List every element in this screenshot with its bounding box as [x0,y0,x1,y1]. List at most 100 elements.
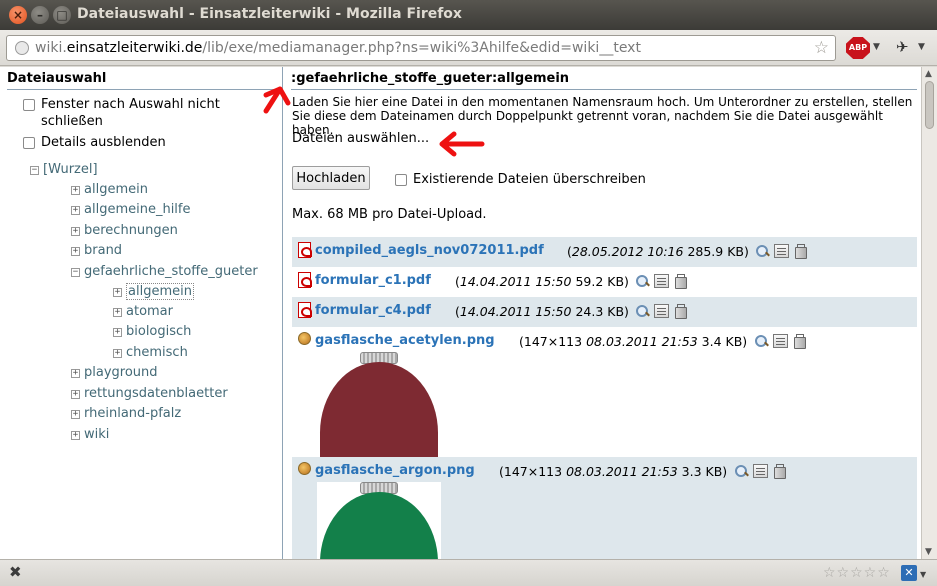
tree-item-berechnungen[interactable]: + berechnungen [71,223,178,238]
window-minimize-button[interactable]: – [31,6,49,24]
image-thumbnail-argon[interactable] [317,482,441,559]
tree-root[interactable]: − [Wurzel] [30,162,98,177]
addon-dropdown-icon[interactable]: ▼ [918,42,925,52]
tree-item-chemisch[interactable]: + chemisch [113,345,188,360]
expand-icon[interactable]: + [71,206,80,215]
pdf-file-icon [298,242,312,258]
keep-window-open-label[interactable]: Fenster nach Auswahl nicht schließen [41,96,241,130]
magnify-icon[interactable] [635,304,650,318]
file-meta: (28.05.2012 10:16 285.9 KB) [567,244,749,259]
bookmark-star-icon[interactable]: ☆ [814,38,829,58]
file-row: formular_c4.pdf (14.04.2011 15:50 24.3 K… [292,297,917,327]
scrollbar-thumb[interactable] [925,81,934,129]
delete-icon[interactable] [792,333,806,349]
addon-x-icon[interactable]: ✕ [901,565,917,581]
choose-files-button[interactable]: Dateien auswählen... [292,131,429,146]
hide-details-checkbox[interactable] [23,137,35,149]
tree-item-allgemeine-hilfe[interactable]: + allgemeine_hilfe [71,202,191,217]
file-name-link[interactable]: gasflasche_argon.png [315,463,475,478]
close-findbar-icon[interactable]: ✖ [9,563,22,581]
expand-icon[interactable]: + [71,431,80,440]
annotation-arrow-heading [263,86,291,114]
file-meta: (14.04.2011 15:50 24.3 KB) [455,304,629,319]
edit-icon[interactable] [773,333,788,348]
expand-icon[interactable]: + [71,186,80,195]
scroll-up-icon[interactable]: ▲ [925,69,932,79]
file-name-link[interactable]: gasflasche_acetylen.png [315,333,495,348]
hide-details-label[interactable]: Details ausblenden [41,134,166,151]
expand-icon[interactable]: + [113,288,122,297]
image-file-icon [298,462,311,475]
image-file-icon [298,332,311,345]
file-name-link[interactable]: formular_c1.pdf [315,273,431,288]
tree-item-gefaehrliche-stoffe-gueter[interactable]: − gefaehrliche_stoffe_gueter [71,264,258,279]
tree-item-atomar[interactable]: + atomar [113,304,173,319]
window-titlebar: × – □ Dateiauswahl - Einsatzleiterwiki -… [0,0,937,30]
overwrite-checkbox[interactable] [395,174,407,186]
expand-icon[interactable]: + [113,349,122,358]
file-row: compiled_aegls_nov072011.pdf (28.05.2012… [292,237,917,267]
site-identity-icon[interactable] [15,41,29,55]
media-sidebar: Dateiauswahl Fenster nach Auswahl nicht … [0,67,283,559]
adblock-plus-icon[interactable]: ABP [846,37,870,59]
file-actions [635,273,691,289]
edit-icon[interactable] [654,273,669,288]
tree-root-label[interactable]: [Wurzel] [43,162,98,177]
expand-icon[interactable]: + [113,308,122,317]
tree-item-playground[interactable]: + playground [71,365,158,380]
tree-item-biologisch[interactable]: + biologisch [113,324,191,339]
window-close-button[interactable]: × [9,6,27,24]
adblock-dropdown-icon[interactable]: ▼ [873,42,880,52]
delete-icon[interactable] [673,303,687,319]
tree-item-allgemein-selected[interactable]: + allgemein [113,283,194,300]
addon-x-dropdown-icon[interactable]: ▼ [920,570,926,579]
bottle-shoulder [320,362,438,462]
url-bar[interactable]: wiki.einsatzleiterwiki.de/lib/exe/mediam… [6,35,836,61]
file-row: gasflasche_acetylen.png (147×113 08.03.2… [292,327,917,462]
expand-icon[interactable]: + [71,227,80,236]
scroll-down-icon[interactable]: ▼ [925,547,932,557]
tree-item-brand[interactable]: + brand [71,243,122,258]
magnify-icon[interactable] [734,464,749,478]
collapse-icon[interactable]: − [71,268,80,277]
expand-icon[interactable]: + [71,247,80,256]
edit-icon[interactable] [774,243,789,258]
expand-icon[interactable]: + [113,328,122,337]
edit-icon[interactable] [753,463,768,478]
tree-item-rettungsdatenblaetter[interactable]: + rettungsdatenblaetter [71,386,228,401]
edit-icon[interactable] [654,303,669,318]
delete-icon[interactable] [793,243,807,259]
file-row: formular_c1.pdf (14.04.2011 15:50 59.2 K… [292,267,917,297]
page-content: Dateiauswahl Fenster nach Auswahl nicht … [0,67,937,559]
file-name-link[interactable]: compiled_aegls_nov072011.pdf [315,243,544,258]
file-name-link[interactable]: formular_c4.pdf [315,303,431,318]
window-maximize-button[interactable]: □ [53,6,71,24]
annotation-arrow-choose-files [439,131,485,157]
delete-icon[interactable] [772,463,786,479]
url-text[interactable]: wiki.einsatzleiterwiki.de/lib/exe/mediam… [35,40,641,56]
pdf-file-icon [298,302,312,318]
window-title: Dateiauswahl - Einsatzleiterwiki - Mozil… [77,6,462,22]
collapse-icon[interactable]: − [30,166,39,175]
magnify-icon[interactable] [635,274,650,288]
rating-stars-icon[interactable]: ☆☆☆☆☆ [823,565,891,581]
tree-item-rheinland-pfalz[interactable]: + rheinland-pfalz [71,406,181,421]
navigation-toolbar: wiki.einsatzleiterwiki.de/lib/exe/mediam… [0,30,937,66]
expand-icon[interactable]: + [71,369,80,378]
magnify-icon[interactable] [755,244,770,258]
file-actions [754,333,810,349]
tree-item-wiki[interactable]: + wiki [71,427,109,442]
delete-icon[interactable] [673,273,687,289]
image-thumbnail-acetylen[interactable] [317,352,441,462]
vertical-scrollbar[interactable]: ▲ ▼ [921,67,937,559]
magnify-icon[interactable] [754,334,769,348]
expand-icon[interactable]: + [71,390,80,399]
file-actions [635,303,691,319]
tree-item-allgemein[interactable]: + allgemein [71,182,148,197]
upload-button[interactable]: Hochladen [292,166,370,190]
addon-icon[interactable]: ✈ [896,38,909,56]
file-meta: (14.04.2011 15:50 59.2 KB) [455,274,629,289]
expand-icon[interactable]: + [71,410,80,419]
keep-window-open-checkbox[interactable] [23,99,35,111]
overwrite-label[interactable]: Existierende Dateien überschreiben [413,171,646,188]
